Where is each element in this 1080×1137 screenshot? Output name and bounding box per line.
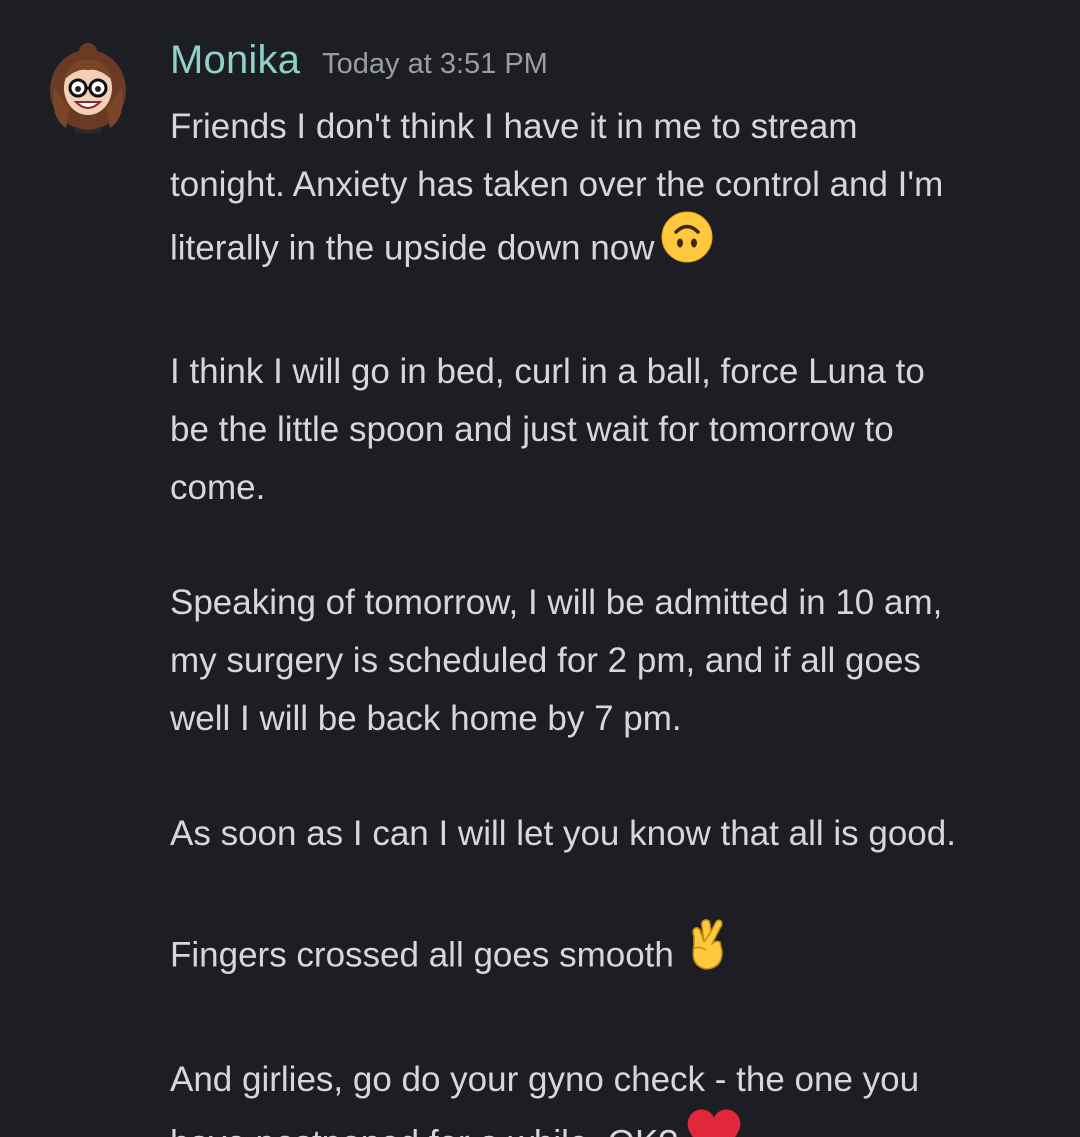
message-paragraph: I think I will go in bed, curl in a ball… [170, 343, 1050, 517]
message-paragraph: Friends I don't think I have it in me to… [170, 98, 1050, 286]
message-paragraph: And girlies, go do your gyno check - the… [170, 1051, 1050, 1137]
user-avatar[interactable] [40, 38, 136, 134]
text-line: Friends I don't think I have it in me to… [170, 107, 858, 146]
chat-message: Monika Today at 3:51 PM Friends I don't … [0, 0, 1080, 1137]
text-line: literally in the upside down now [170, 211, 1050, 286]
text-line: well I will be back home by 7 pm. [170, 699, 682, 738]
message-header: Monika Today at 3:51 PM [170, 38, 548, 94]
message-paragraph: Speaking of tomorrow, I will be admitted… [170, 574, 1050, 748]
text-line: literally in the upside down now [170, 228, 655, 268]
upside-down-face-icon[interactable] [660, 210, 714, 282]
text-line: As soon as I can I will let you know tha… [170, 814, 956, 853]
text-line: have postponed for a while. OK? [170, 1123, 678, 1137]
avatar-illustration-icon [40, 38, 136, 134]
text-line: Speaking of tomorrow, I will be admitted… [170, 583, 943, 622]
text-line: tonight. Anxiety has taken over the cont… [170, 165, 944, 204]
text-line: my surgery is scheduled for 2 pm, and if… [170, 641, 921, 680]
text-line: Fingers crossed all goes smooth [170, 919, 1050, 994]
username[interactable]: Monika [170, 38, 300, 83]
text-line: come. [170, 468, 266, 507]
text-line: I think I will go in bed, curl in a ball… [170, 352, 925, 391]
crossed-fingers-icon[interactable] [680, 916, 730, 990]
message-paragraph: Fingers crossed all goes smooth [170, 919, 1050, 994]
red-heart-icon[interactable] [684, 1105, 744, 1137]
text-line: have postponed for a while. OK? [170, 1109, 1050, 1137]
timestamp: Today at 3:51 PM [322, 48, 548, 80]
text-line: And girlies, go do your gyno check - the… [170, 1060, 920, 1099]
text-line: be the little spoon and just wait for to… [170, 410, 894, 449]
message-paragraph: As soon as I can I will let you know tha… [170, 805, 1050, 863]
text-line: Fingers crossed all goes smooth [170, 935, 674, 975]
message-content: Friends I don't think I have it in me to… [170, 98, 1050, 1137]
